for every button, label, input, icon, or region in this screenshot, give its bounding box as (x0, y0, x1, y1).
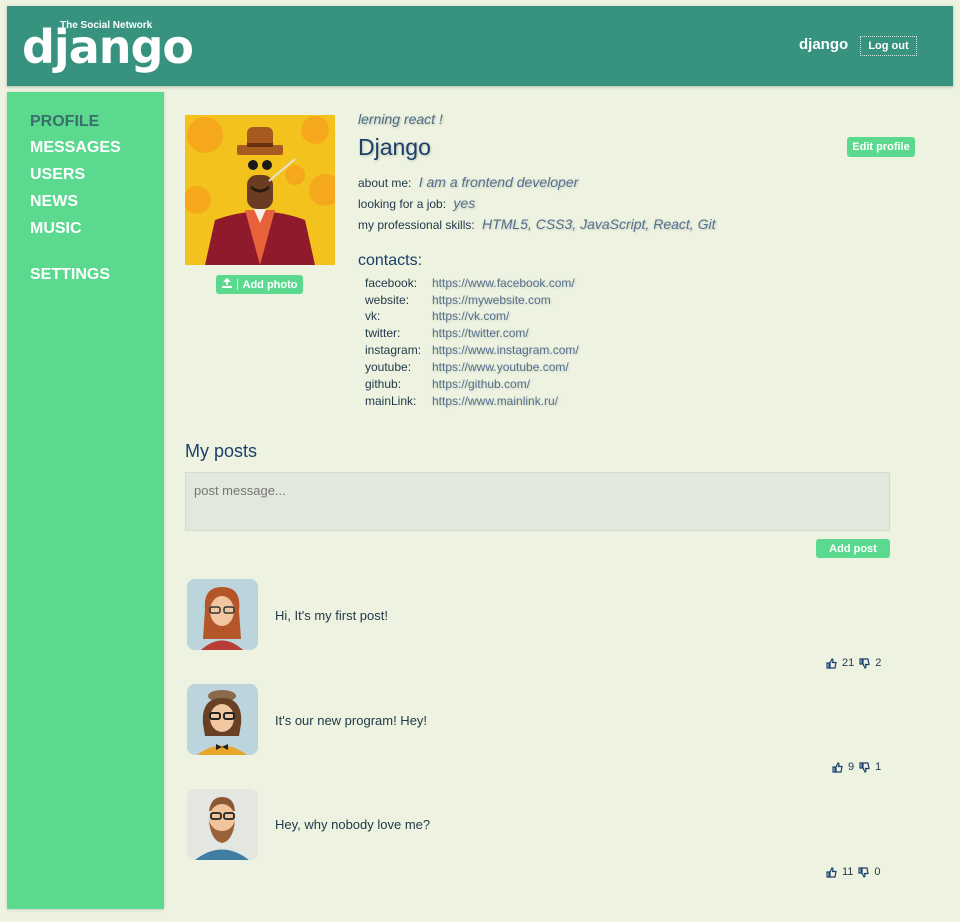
logout-button[interactable]: Log out (860, 36, 917, 56)
add-photo-divider (236, 279, 238, 290)
sidebar-item-profile[interactable]: Profile (30, 113, 99, 131)
contact-youtube: youtube: https://www.youtube.com/ (365, 360, 569, 374)
profile-full-name: Django (358, 134, 431, 160)
dislike-count: 1 (875, 761, 882, 773)
post-avatar (187, 579, 258, 650)
post-message-input[interactable] (185, 472, 890, 531)
thumbs-down-icon[interactable] (859, 761, 870, 773)
contact-key: mainLink: (365, 394, 417, 408)
contact-link[interactable]: https://twitter.com/ (432, 326, 529, 340)
contact-twitter: twitter: https://twitter.com/ (365, 326, 529, 340)
contact-link[interactable]: https://github.com/ (432, 377, 530, 391)
like-count: 11 (842, 866, 854, 878)
sidebar-item-messages[interactable]: Messages (30, 139, 121, 157)
skills-label: my professional skills: (358, 218, 475, 232)
about-me-label: about me: (358, 176, 412, 190)
post-text: It's our new program! Hey! (275, 713, 428, 728)
contact-key: website: (365, 293, 410, 307)
post-reactions: 11 0 (826, 866, 881, 878)
header-username[interactable]: django (799, 36, 848, 53)
thumbs-up-icon[interactable] (832, 761, 843, 773)
contacts-title: contacts: (358, 252, 423, 269)
post-text: Hey, why nobody love me? (275, 817, 431, 832)
profile-status[interactable]: lerning react ! (358, 111, 443, 127)
looking-for-job-value: yes (453, 195, 476, 211)
like-count: 21 (842, 657, 855, 669)
header: The Social Network django django Log out (7, 6, 953, 86)
add-post-button[interactable]: Add post (816, 539, 890, 558)
sidebar-item-users[interactable]: Users (30, 166, 85, 184)
looking-for-job-row: looking for a job: yes (358, 195, 475, 211)
thumbs-down-icon[interactable] (859, 657, 870, 669)
dislike-count: 2 (875, 657, 882, 669)
contact-key: twitter: (365, 326, 401, 340)
contact-key: instagram: (365, 343, 422, 357)
contact-github: github: https://github.com/ (365, 377, 530, 391)
contact-vk: vk: https://vk.com/ (365, 309, 509, 323)
contact-link[interactable]: https://www.facebook.com/ (432, 276, 575, 290)
thumbs-up-icon[interactable] (826, 866, 837, 878)
post-reactions: 9 1 (832, 761, 881, 773)
contact-link[interactable]: https://www.mainlink.ru/ (432, 394, 558, 408)
add-photo-button[interactable]: Add photo (216, 275, 303, 294)
profile-avatar (185, 115, 335, 265)
post-avatar (187, 684, 258, 755)
sidebar-item-settings[interactable]: Settings (30, 266, 110, 284)
contact-key: vk: (365, 309, 381, 323)
my-posts-title: My posts (185, 441, 258, 461)
contact-link[interactable]: https://www.instagram.com/ (432, 343, 579, 357)
contact-mainlink: mainLink: https://www.mainlink.ru/ (365, 394, 558, 408)
post-avatar (187, 789, 258, 860)
contact-key: github: (365, 377, 402, 391)
contact-website: website: https://mywebsite.com (365, 293, 551, 307)
skills-value: HTML5, CSS3, JavaScript, React, Git (482, 216, 716, 232)
thumbs-up-icon[interactable] (826, 657, 837, 669)
contact-facebook: facebook: https://www.facebook.com/ (365, 276, 575, 290)
post-text: Hi, It's my first post! (275, 608, 388, 623)
sidebar-item-music[interactable]: Music (30, 220, 82, 238)
upload-icon (221, 278, 232, 291)
sidebar: Profile Messages Users News Music Settin… (7, 92, 164, 909)
about-me-row: about me: I am a frontend developer (358, 174, 578, 190)
contact-link[interactable]: https://vk.com/ (432, 309, 509, 323)
add-photo-label: Add photo (242, 278, 298, 291)
contact-link[interactable]: https://mywebsite.com (432, 293, 551, 307)
about-me-value: I am a frontend developer (418, 174, 579, 190)
post-reactions: 21 2 (826, 657, 881, 669)
sidebar-item-news[interactable]: News (30, 193, 78, 211)
dislike-count: 0 (874, 866, 881, 878)
edit-profile-button[interactable]: Edit profile (847, 137, 915, 157)
contact-instagram: instagram: https://www.instagram.com/ (365, 343, 579, 357)
like-count: 9 (848, 761, 855, 773)
contact-key: youtube: (365, 360, 412, 374)
looking-for-job-label: looking for a job: (358, 197, 447, 211)
skills-row: my professional skills: HTML5, CSS3, Jav… (358, 216, 715, 232)
contact-key: facebook: (365, 276, 418, 290)
thumbs-down-icon[interactable] (858, 866, 870, 878)
logo-word: django (22, 20, 194, 74)
contact-link[interactable]: https://www.youtube.com/ (432, 360, 569, 374)
